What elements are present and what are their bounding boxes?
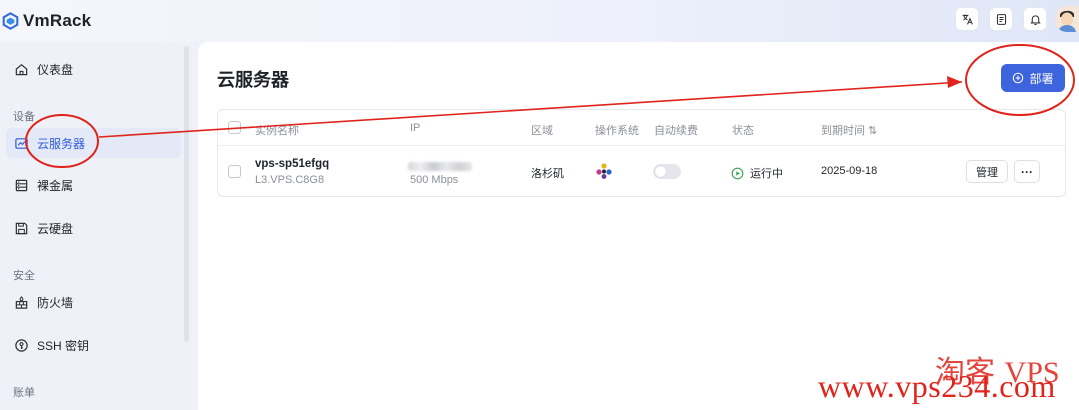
- section-security: 安全: [13, 270, 35, 282]
- status-text: 运行中: [750, 168, 783, 180]
- more-actions-button[interactable]: ···: [1014, 160, 1040, 183]
- translate-icon: [962, 14, 973, 25]
- table-header: 实例名称 IP 区域 操作系统 自动续费 状态 到期时间 ⇅: [218, 110, 1065, 146]
- status-badge: 运行中: [731, 165, 783, 181]
- instance-plan: L3.VPS.C8G8: [255, 174, 325, 186]
- firewall-icon: [13, 294, 29, 310]
- col-os: 操作系统: [595, 125, 639, 137]
- sidebar-item-label: SSH 密钥: [37, 338, 90, 353]
- vmrack-logo-icon: [2, 12, 19, 30]
- toggle-knob: [655, 166, 666, 177]
- cloud-server-icon: [13, 135, 29, 151]
- top-bar: VmRack: [0, 0, 1079, 42]
- server-rack-icon: [13, 177, 29, 193]
- instance-name[interactable]: vps-sp51efgq: [255, 158, 329, 170]
- watermark-url: www.vps234.com: [818, 368, 1056, 404]
- os-logo-icon: [596, 163, 612, 179]
- col-auto-renew: 自动续费: [654, 125, 698, 137]
- sidebar-item-ssh-keys[interactable]: SSH 密钥: [6, 330, 181, 360]
- deploy-button[interactable]: 部署: [1001, 64, 1065, 92]
- col-name: 实例名称: [255, 125, 299, 137]
- instances-table: 实例名称 IP 区域 操作系统 自动续费 状态 到期时间 ⇅ vps-sp51e…: [217, 109, 1066, 197]
- deploy-label: 部署: [1029, 71, 1054, 86]
- sidebar: 仪表盘 设备 云服务器 裸金属 云硬盘 安全 防火墙 SSH 密钥 账单: [0, 42, 190, 410]
- col-ip: IP: [410, 122, 421, 134]
- user-avatar[interactable]: [1055, 6, 1079, 32]
- translate-button[interactable]: [955, 7, 979, 31]
- region: 洛杉矶: [531, 168, 564, 180]
- col-status: 状态: [732, 125, 754, 137]
- brand[interactable]: VmRack: [2, 11, 91, 31]
- sidebar-item-cloud-server[interactable]: 云服务器: [6, 128, 181, 158]
- manage-button[interactable]: 管理: [966, 160, 1008, 183]
- docs-button[interactable]: [989, 7, 1013, 31]
- page-title: 云服务器: [217, 70, 289, 90]
- sidebar-item-firewall[interactable]: 防火墙: [6, 287, 181, 317]
- section-billing: 账单: [13, 387, 35, 399]
- auto-renew-toggle[interactable]: [653, 164, 681, 179]
- key-icon: [13, 337, 29, 353]
- notification-button[interactable]: [1023, 7, 1047, 31]
- bandwidth: 500 Mbps: [410, 174, 459, 186]
- sidebar-item-label: 裸金属: [37, 178, 74, 193]
- select-all-checkbox[interactable]: [228, 121, 241, 134]
- plus-circle-icon: [1013, 72, 1024, 84]
- sidebar-item-label: 云硬盘: [37, 221, 74, 236]
- row-checkbox[interactable]: [228, 165, 241, 178]
- col-region: 区域: [531, 125, 553, 137]
- sidebar-item-dashboard[interactable]: 仪表盘: [6, 54, 181, 84]
- home-icon: [13, 61, 29, 77]
- bell-icon: [1029, 14, 1041, 25]
- col-expiry-sort[interactable]: 到期时间 ⇅: [821, 122, 877, 138]
- sidebar-item-bare-metal[interactable]: 裸金属: [6, 170, 181, 200]
- sidebar-item-label: 云服务器: [37, 136, 86, 151]
- document-icon: [996, 13, 1006, 25]
- sidebar-item-cloud-disk[interactable]: 云硬盘: [6, 213, 181, 243]
- expiry-date: 2025-09-18: [821, 165, 878, 177]
- play-circle-icon: [731, 167, 744, 179]
- sidebar-scrollbar[interactable]: [184, 46, 189, 342]
- sidebar-item-label: 防火墙: [37, 295, 74, 310]
- ip-address-redacted: [408, 162, 472, 171]
- sidebar-item-label: 仪表盘: [37, 62, 74, 77]
- brand-name: VmRack: [23, 11, 92, 30]
- section-devices: 设备: [13, 111, 35, 123]
- avatar-icon: [1055, 6, 1079, 32]
- disk-icon: [13, 220, 29, 236]
